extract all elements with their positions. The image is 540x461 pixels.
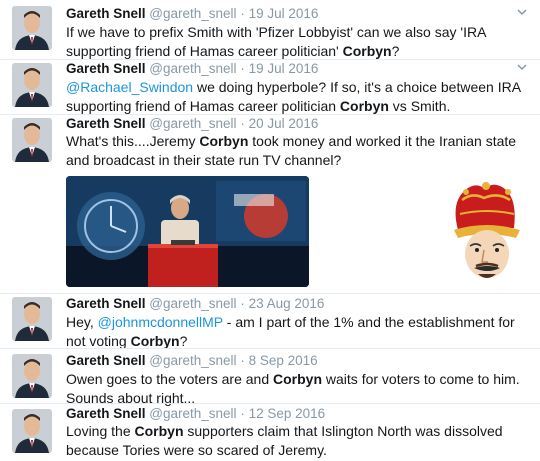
chevron-down-icon[interactable] <box>516 6 528 18</box>
separator: · <box>240 116 245 131</box>
tweet-6[interactable]: Gareth Snell @gareth_snell · 12 Sep 2016… <box>0 403 540 461</box>
tweet-date[interactable]: 20 Jul 2016 <box>249 116 319 131</box>
mention-link[interactable]: @Rachael_Swindon <box>66 79 193 95</box>
author-name[interactable]: Gareth Snell <box>66 406 146 421</box>
tweet-text: Loving the Corbyn supporters claim that … <box>66 422 526 460</box>
tweet-text: @Rachael_Swindon we doing hyperbole? If … <box>66 78 526 116</box>
author-handle[interactable]: @gareth_snell <box>149 116 236 131</box>
author-handle[interactable]: @gareth_snell <box>149 6 236 21</box>
separator: · <box>240 296 245 311</box>
tweet-2[interactable]: Gareth Snell @gareth_snell · 19 Jul 2016… <box>0 59 540 115</box>
keyword-highlight: Corbyn <box>199 133 249 149</box>
author-handle[interactable]: @gareth_snell <box>149 296 236 311</box>
author-name[interactable]: Gareth Snell <box>66 296 146 311</box>
separator: · <box>240 61 245 76</box>
keyword-highlight: Corbyn <box>273 371 323 387</box>
avatar[interactable] <box>12 6 52 50</box>
tweet-text-segment: Hey, <box>66 314 98 330</box>
tweet-date[interactable]: 8 Sep 2016 <box>249 353 318 368</box>
author-handle[interactable]: @gareth_snell <box>149 61 236 76</box>
keyword-highlight: Corbyn <box>130 333 180 349</box>
tweet-date[interactable]: 23 Aug 2016 <box>249 296 325 311</box>
separator: · <box>240 353 245 368</box>
avatar[interactable] <box>12 354 52 398</box>
avatar[interactable] <box>12 118 52 162</box>
separator: · <box>240 6 245 21</box>
tweet-text: What's this....Jeremy Corbyn took money … <box>66 132 526 170</box>
keyword-highlight: Corbyn <box>342 43 392 59</box>
author-name[interactable]: Gareth Snell <box>66 353 146 368</box>
tweet-text-segment: What's this....Jeremy <box>66 133 200 149</box>
tweet-date[interactable]: 19 Jul 2016 <box>249 61 319 76</box>
keyword-highlight: Corbyn <box>339 98 389 114</box>
avatar[interactable] <box>12 63 52 107</box>
author-handle[interactable]: @gareth_snell <box>149 353 236 368</box>
tweet-text-segment: Loving the <box>66 423 135 439</box>
tweet-text-segment: vs Smith. <box>388 98 451 114</box>
tweet-text-segment: ? <box>391 43 400 59</box>
tweet-date[interactable]: 12 Sep 2016 <box>249 406 326 421</box>
author-name[interactable]: Gareth Snell <box>66 116 146 131</box>
chevron-down-icon[interactable] <box>516 61 528 73</box>
author-name[interactable]: Gareth Snell <box>66 61 146 76</box>
separator: · <box>240 406 245 421</box>
tweet-1[interactable]: Gareth Snell @gareth_snell · 19 Jul 2016… <box>0 0 540 60</box>
author-handle[interactable]: @gareth_snell <box>149 406 236 421</box>
tweet-date[interactable]: 19 Jul 2016 <box>249 6 319 21</box>
author-name[interactable]: Gareth Snell <box>66 6 146 21</box>
tweet-4[interactable]: Gareth Snell @gareth_snell · 23 Aug 2016… <box>0 293 540 349</box>
keyword-highlight: Corbyn <box>134 423 184 439</box>
tweet-5[interactable]: Gareth Snell @gareth_snell · 8 Sep 2016 … <box>0 348 540 406</box>
tweet-text-segment: Owen goes to the voters are and <box>66 371 274 387</box>
tweet-text: Hey, @johnmcdonnellMP - am I part of the… <box>66 313 526 351</box>
tweet-media-photo[interactable] <box>66 176 309 287</box>
jester-head-image <box>448 180 526 282</box>
avatar[interactable] <box>12 297 52 341</box>
tweet-text-segment: ? <box>179 333 188 349</box>
avatar[interactable] <box>12 409 52 453</box>
mention-link[interactable]: @johnmcdonnellMP <box>98 314 223 330</box>
tweet-text: If we have to prefix Smith with 'Pfizer … <box>66 23 526 61</box>
tweet-text-segment: If we have to prefix Smith with 'Pfizer … <box>66 24 486 59</box>
